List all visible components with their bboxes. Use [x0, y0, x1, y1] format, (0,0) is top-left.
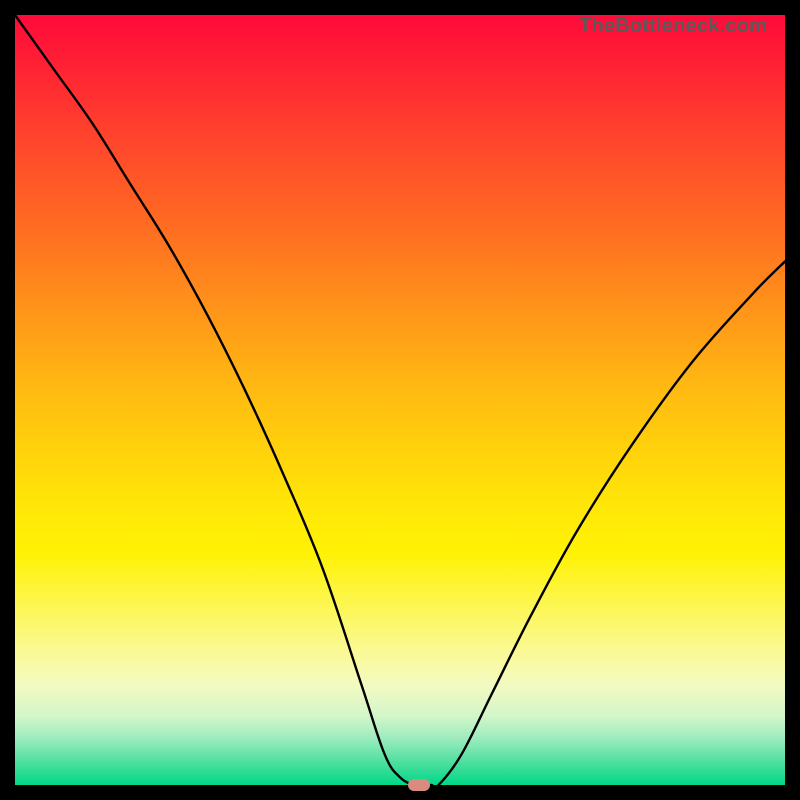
bottleneck-curve [15, 15, 785, 785]
optimal-point-marker [408, 779, 430, 791]
plot-area: TheBottleneck.com [15, 15, 785, 785]
chart-container: TheBottleneck.com [0, 0, 800, 800]
